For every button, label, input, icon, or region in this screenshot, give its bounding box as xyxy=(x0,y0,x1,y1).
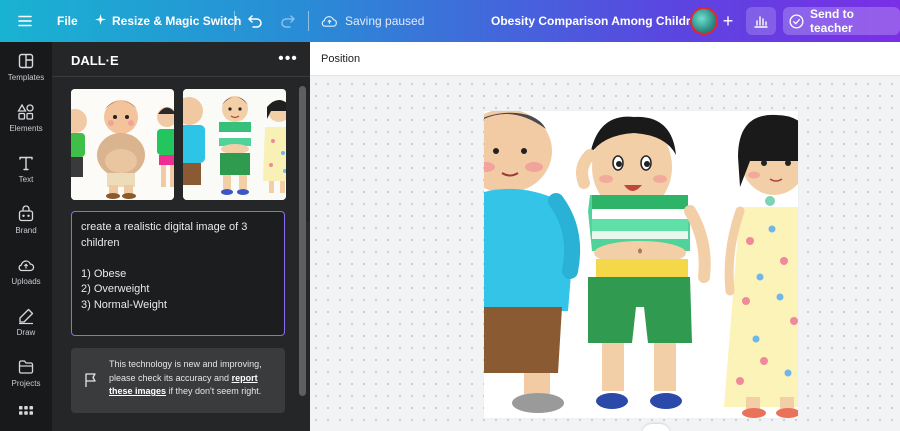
menu-icon[interactable] xyxy=(14,0,36,42)
rail-item-text[interactable]: Text xyxy=(0,144,52,194)
design-page[interactable] xyxy=(484,111,798,418)
rail-label: Draw xyxy=(16,328,36,337)
undo-icon xyxy=(248,15,262,28)
redo-icon xyxy=(281,15,295,28)
resize-label: Resize & Magic Switch xyxy=(112,14,242,28)
uploads-icon xyxy=(18,260,35,272)
more-options-icon[interactable]: ••• xyxy=(278,50,298,68)
file-menu-button[interactable]: File xyxy=(57,0,78,42)
side-nav-rail: Templates Elements Text Brand Uploads Dr… xyxy=(0,42,52,431)
cloud-sync-icon xyxy=(321,16,337,27)
position-button[interactable]: Position xyxy=(321,53,360,65)
apps-icon xyxy=(19,406,33,415)
panel-title: DALL·E xyxy=(71,53,119,68)
add-collaborator-button[interactable]: + xyxy=(718,0,738,42)
generated-image-thumbnail[interactable] xyxy=(71,89,174,200)
rail-label: Elements xyxy=(9,124,43,133)
elements-icon xyxy=(17,103,34,120)
rail-label: Projects xyxy=(11,379,41,388)
ai-disclaimer-notice: This technology is new and improving, pl… xyxy=(71,348,285,413)
design-canvas-area: Position xyxy=(310,42,900,431)
text-icon xyxy=(19,156,33,171)
panel-divider xyxy=(52,76,310,77)
templates-icon xyxy=(18,53,34,69)
toolbar-divider xyxy=(308,11,309,31)
send-to-teacher-button[interactable]: Send to teacher xyxy=(783,7,900,35)
bar-chart-icon xyxy=(754,16,768,28)
rail-label: Templates xyxy=(7,73,45,82)
draw-icon xyxy=(19,308,34,325)
check-circle-icon xyxy=(789,13,804,29)
avatar[interactable] xyxy=(690,7,718,35)
generated-image-thumbnail[interactable] xyxy=(183,89,286,200)
rail-label: Brand xyxy=(15,226,37,235)
rail-item-elements[interactable]: Elements xyxy=(0,93,52,143)
redo-button[interactable] xyxy=(278,0,298,42)
rail-item-apps[interactable] xyxy=(0,404,52,431)
rail-item-draw[interactable]: Draw xyxy=(0,297,52,347)
panel-scrollbar[interactable] xyxy=(299,86,306,396)
saving-status-text: Saving paused xyxy=(345,14,425,28)
page-navigation-handle[interactable] xyxy=(642,424,670,431)
saving-status[interactable]: Saving paused xyxy=(321,0,424,42)
toolbar-divider xyxy=(234,11,235,31)
rail-item-brand[interactable]: Brand xyxy=(0,195,52,245)
rail-item-uploads[interactable]: Uploads xyxy=(0,246,52,296)
generated-children-image xyxy=(484,111,798,418)
send-to-teacher-label: Send to teacher xyxy=(810,7,854,35)
insights-button[interactable] xyxy=(746,7,776,35)
rail-item-projects[interactable]: Projects xyxy=(0,348,52,398)
brand-icon xyxy=(18,205,34,222)
dalle-panel: DALL·E ••• create a realistic digital im… xyxy=(52,42,310,431)
sparkle-icon xyxy=(95,14,106,28)
top-bar: File Resize & Magic Switch Saving paused… xyxy=(0,0,900,42)
context-toolbar: Position xyxy=(310,42,900,76)
rail-item-templates[interactable]: Templates xyxy=(0,42,52,92)
prompt-textarea[interactable]: create a realistic digital image of 3 ch… xyxy=(71,211,285,336)
document-title[interactable]: Obesity Comparison Among Children xyxy=(491,0,705,42)
undo-button[interactable] xyxy=(245,0,265,42)
rail-label: Text xyxy=(18,175,34,184)
projects-icon xyxy=(18,360,34,374)
flag-icon xyxy=(85,373,96,387)
resize-magic-switch-button[interactable]: Resize & Magic Switch xyxy=(95,0,241,42)
rail-label: Uploads xyxy=(11,277,41,286)
notice-text-after: if they don't seem right. xyxy=(166,386,262,396)
